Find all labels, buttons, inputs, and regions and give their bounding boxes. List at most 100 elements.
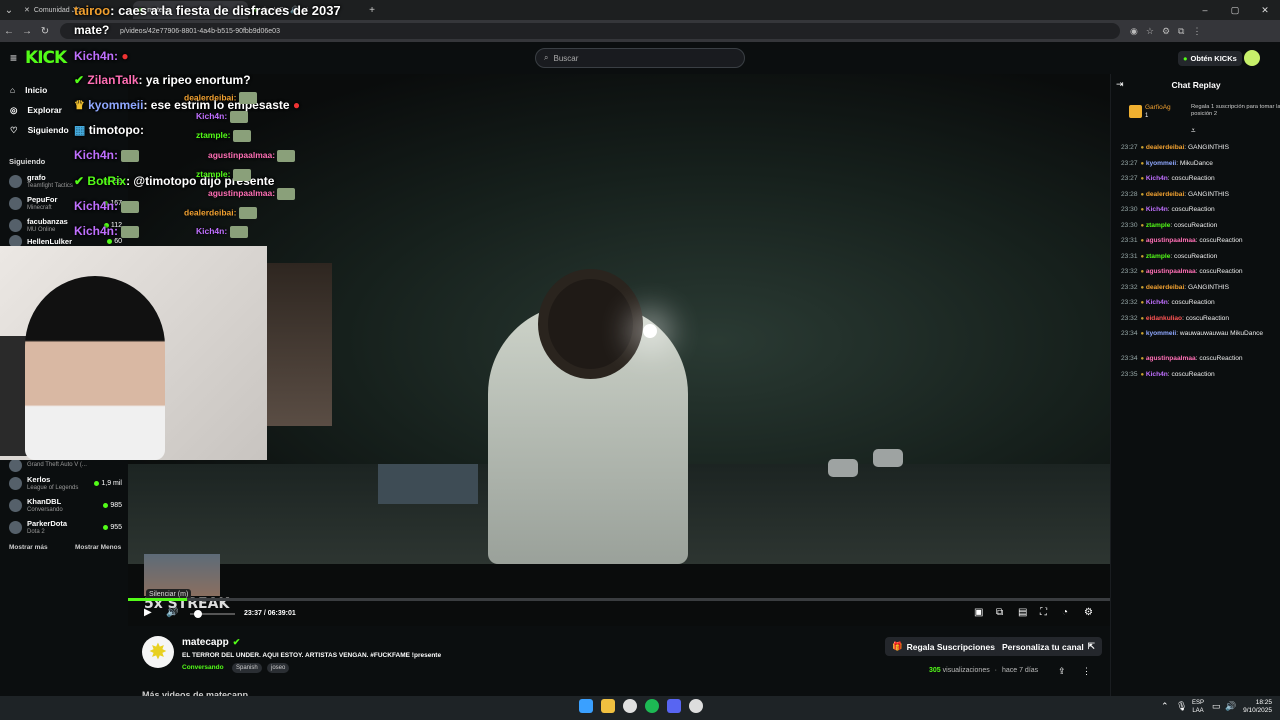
extension-icon[interactable]: ⚙ [1162,26,1170,37]
captions-icon[interactable]: ▤ [1018,607,1027,618]
discord-icon[interactable] [667,699,681,713]
channel-name: HellenLulker [27,236,73,246]
settings-gear-icon[interactable]: ⚙ [1084,607,1093,618]
sidebar-channel[interactable]: ParkerDota Dota 2 955 [9,516,122,538]
kick-logo[interactable]: KICK [25,48,67,68]
chat-username[interactable]: ztample [1146,253,1171,260]
chat-username[interactable]: dealerdeibai [1146,191,1184,198]
overlay-username: Kich4n: [74,49,119,63]
search-input[interactable]: ⌕ Buscar [535,48,745,68]
channel-name: PepuFor [27,194,58,204]
volume-icon[interactable]: 🔊 [166,607,178,618]
forward-button[interactable]: → [18,26,36,37]
chat-username[interactable]: kyommeii [1146,330,1176,337]
new-tab-button[interactable]: + [363,5,381,16]
chat-username[interactable]: Kich4n [1146,175,1168,182]
channel-name: ParkerDota [27,518,68,528]
maximize-button[interactable]: ▢ [1220,0,1250,20]
chat-username[interactable]: agustinpaalmaa [1146,237,1196,244]
chrome-icon[interactable] [623,699,637,713]
close-window-button[interactable]: ✕ [1250,0,1280,20]
theater-mode-icon[interactable]: ▣ [974,607,983,618]
show-less-link[interactable]: Mostrar Menos [75,544,121,551]
overlay-username: ztample: [196,130,231,141]
spotify-icon[interactable] [645,699,659,713]
clock-time: 18:25 [1255,699,1272,706]
channel-name: facubanzas [27,216,68,226]
speed-icon[interactable]: ◔ [1062,607,1068,618]
sidebar-channel[interactable]: Grand Theft Auto V (... [9,458,122,472]
gift-subs-button[interactable]: 🎁 Regala Suscripciones [885,637,1002,656]
back-button[interactable]: ← [0,26,18,37]
gift-icon: 🎁 [892,641,903,651]
pinned-count: 1 [1145,113,1149,119]
share-icon[interactable]: ⇪ [1058,666,1066,677]
emote-icon [232,169,251,181]
channel-avatar[interactable]: ✸ [142,636,174,668]
get-kicks-label: Obtén KICKs [1190,54,1237,63]
chat-username[interactable]: Kich4n [1146,299,1168,306]
chat-username[interactable]: kyommeii [1146,160,1176,167]
chat-timestamp: 23:27 [1121,144,1138,151]
puzzle-icon[interactable]: ⧉ [1178,26,1184,37]
sidebar-channel[interactable]: Kerlos League of Legends 1,9 mil [9,472,122,494]
emote-icon [229,111,248,123]
chat-username[interactable]: dealerdeibai [1146,284,1184,291]
tag-spanish[interactable]: Spanish [232,663,262,673]
chat-username[interactable]: dealerdeibai [1146,144,1184,151]
fullscreen-icon[interactable]: ⛶ [1040,607,1047,618]
minimize-button[interactable]: – [1190,0,1220,20]
channel-name[interactable]: matecapp ✔ [182,637,240,648]
reload-button[interactable]: ↻ [36,26,54,37]
tray-chevron-icon[interactable]: ⌃ [1161,701,1169,712]
chat-username[interactable]: agustinpaalmaa [1146,268,1196,275]
customize-channel-button[interactable]: Personaliza tu canal ⇱ [995,637,1102,656]
user-avatar[interactable] [1244,50,1260,66]
overlay-text: : ya ripeo enortum? [138,73,251,87]
clock[interactable]: 18:25 9/10/2025 [1240,699,1272,715]
tag-joseo[interactable]: joseo [267,663,290,673]
chat-username[interactable]: eidankuliao [1146,315,1182,322]
network-icon[interactable]: ▭ [1212,701,1221,712]
overlay-username: dealerdeibai: [184,207,237,218]
chat-replay-panel: ⇥ Chat Replay GarfioAg 1 Regala 1 suscri… [1110,74,1280,696]
chat-username[interactable]: Kich4n [1146,371,1168,378]
menu-dots-icon[interactable]: ⋮ [1192,26,1201,37]
url-field[interactable]: p/videos/42e77906-8801-4a4b-b515-90fbb9d… [60,23,1120,39]
obs-icon[interactable] [689,699,703,713]
stream-category[interactable]: Conversando [182,664,224,671]
pip-icon[interactable]: ⧉ [996,607,1003,618]
overlay-line: Kich4n: [74,148,140,162]
speaker-tray-icon[interactable]: 🔊 [1225,701,1236,712]
tab-search-icon[interactable]: ⌄ [0,5,18,16]
play-icon[interactable]: ▶ [144,607,152,618]
language-indicator[interactable]: ESP LAA [1192,699,1204,715]
show-more-link[interactable]: Mostrar más [9,544,48,551]
channel-name: Kerlos [27,474,51,484]
search-placeholder: Buscar [553,53,579,63]
file-explorer-icon[interactable] [601,699,615,713]
overlay-small-line: agustinpaalmaa: [184,188,296,200]
eye-icon[interactable]: ◉ [1130,26,1138,37]
chat-username[interactable]: agustinpaalmaa [1146,355,1196,362]
sidebar-channel[interactable]: KhanDBL Conversando 985 [9,494,122,516]
chat-username[interactable]: ztample [1146,222,1171,229]
star-icon[interactable]: ☆ [1146,26,1154,37]
overlay-username: timotopo [88,123,141,137]
chat-message: 23:30 ● Kich4n: coscuReaction [1121,205,1276,215]
more-options-icon[interactable]: ⋮ [1082,666,1091,677]
lang-bottom: LAA [1192,708,1204,714]
scroll-down-icon[interactable]: ⩡ [1191,126,1196,136]
volume-slider[interactable] [190,610,235,618]
windows-start-icon[interactable] [579,699,593,713]
get-kicks-button[interactable]: ● Obtén KICKs [1178,51,1242,66]
overlay-username: mate? [74,23,110,37]
chat-message: 23:27 ● dealerdeibai: GANGINTHIS [1121,143,1276,153]
hamburger-icon[interactable]: ≡ [10,51,17,65]
chat-message: 23:31 ● agustinpaalmaa: coscuReaction [1121,236,1276,246]
mic-icon[interactable]: 🎙 [1176,701,1187,712]
chat-username[interactable]: Kich4n [1146,206,1168,213]
chat-timestamp: 23:35 [1121,371,1138,378]
gift-subs-label: Regala Suscripciones [906,641,995,652]
viewer-count: 955 [110,523,122,531]
